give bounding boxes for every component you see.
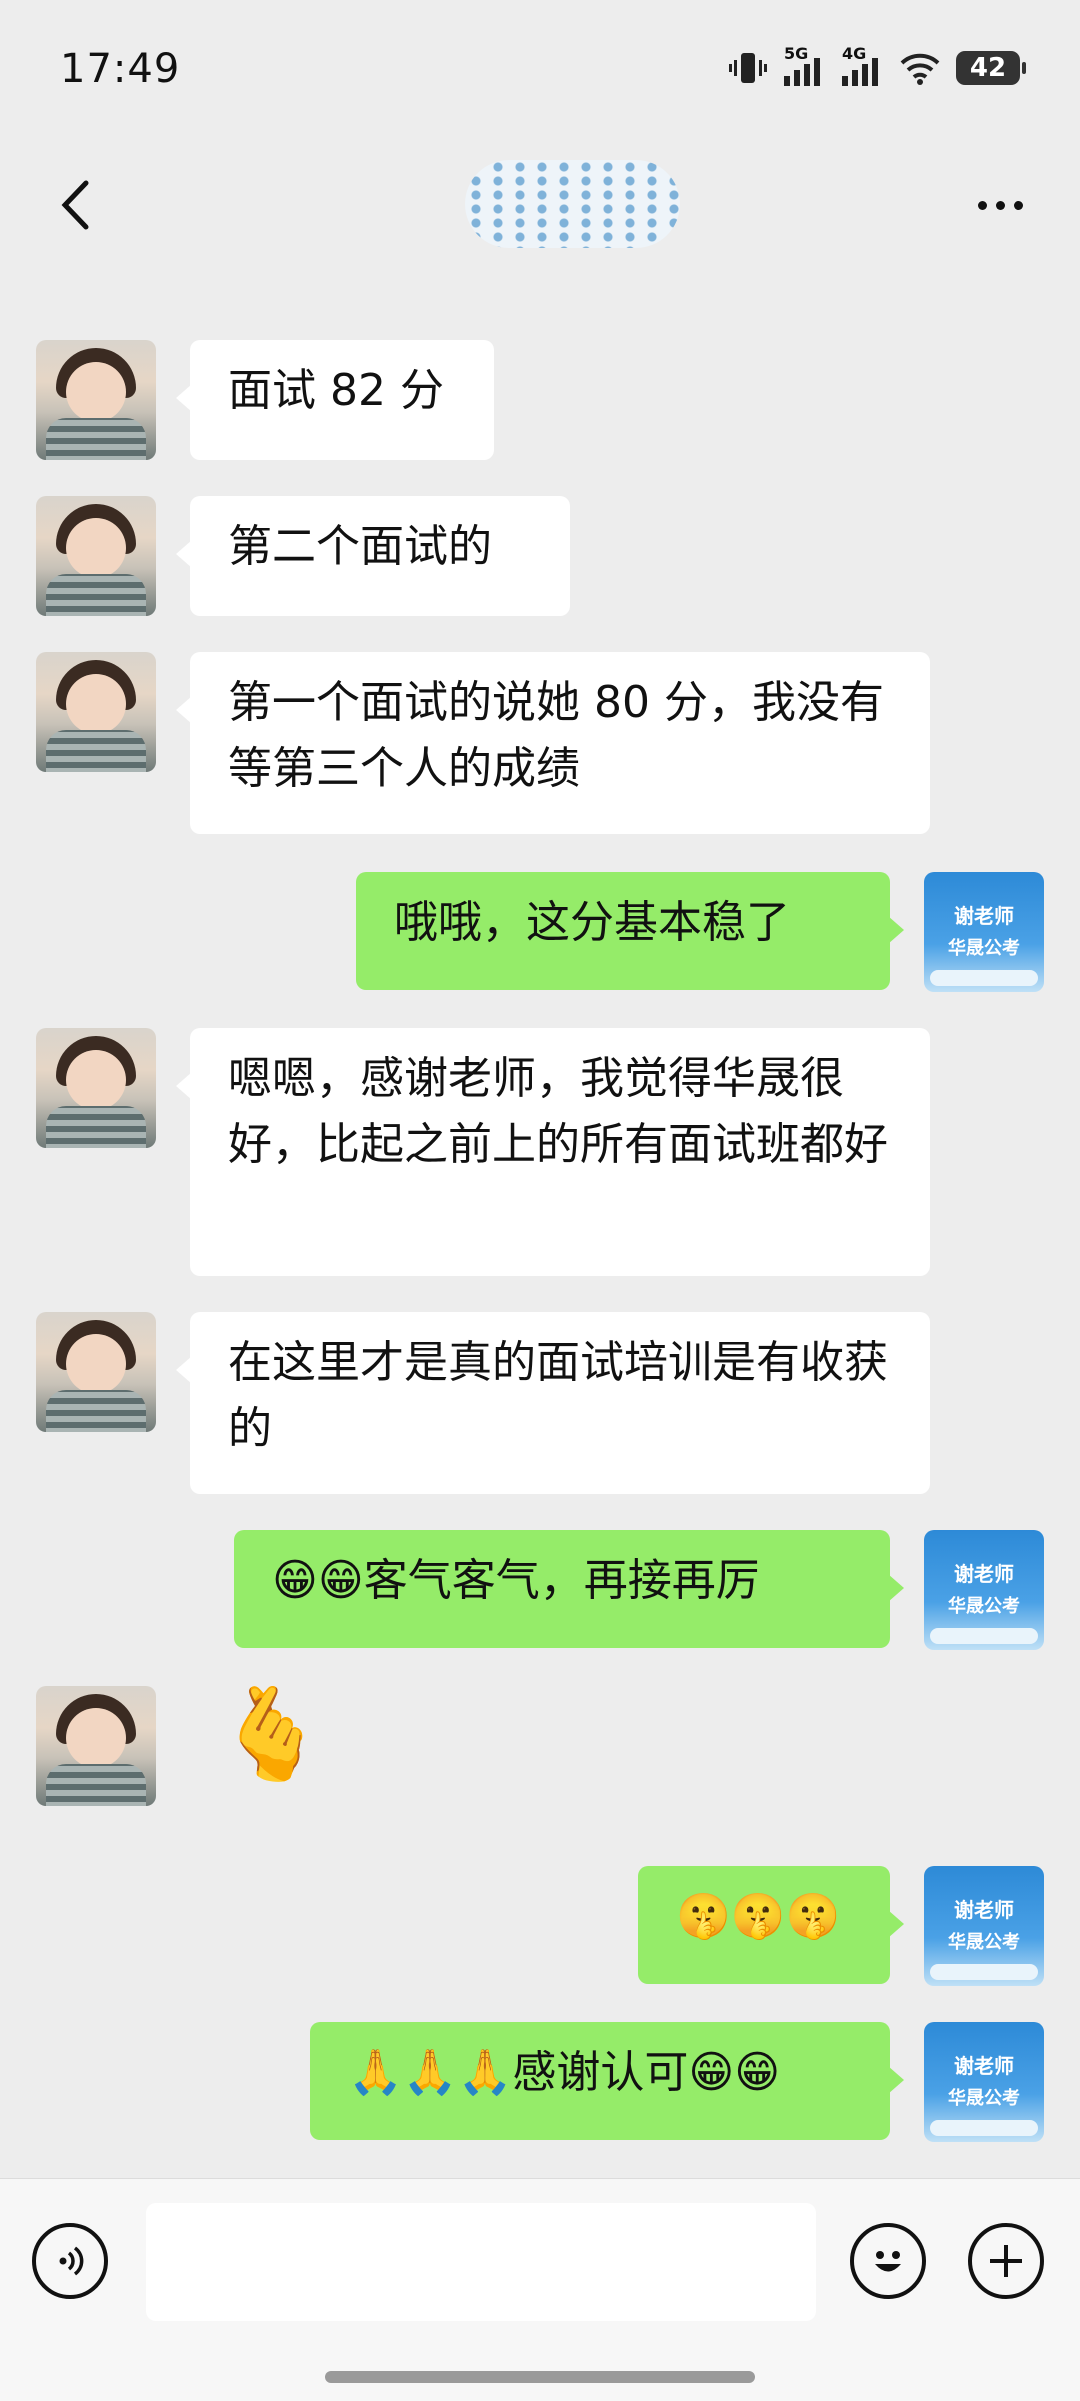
home-indicator[interactable]	[325, 2371, 755, 2383]
message-bubble-incoming[interactable]: 第二个面试的	[176, 496, 570, 616]
more-dots-icon	[977, 200, 987, 210]
chat-header	[0, 140, 1080, 270]
message-bubble-outgoing[interactable]: 🤫🤫🤫	[638, 1866, 904, 1984]
status-time: 17:49	[60, 46, 181, 92]
my-avatar[interactable]: 谢老师 华晟公考	[924, 2022, 1044, 2142]
voice-icon	[59, 2246, 84, 2276]
signal-5g-icon: 5G	[784, 44, 826, 86]
chevron-left-icon	[61, 180, 89, 230]
heart-finger-sticker[interactable]: 🫰	[215, 1690, 327, 1780]
contact-avatar[interactable]	[36, 496, 156, 616]
contact-avatar[interactable]	[36, 1028, 156, 1148]
message-bubble-outgoing[interactable]: 🙏🙏🙏感谢认可😁😁	[310, 2022, 904, 2140]
message-input[interactable]	[146, 2203, 816, 2321]
input-bar	[0, 2178, 1080, 2401]
my-avatar[interactable]: 谢老师 华晟公考	[924, 1530, 1044, 1650]
wifi-icon	[900, 53, 940, 85]
contact-avatar[interactable]	[36, 1312, 156, 1432]
voice-button[interactable]	[32, 2223, 108, 2299]
contact-avatar[interactable]	[36, 1686, 156, 1806]
more-button[interactable]	[960, 170, 1040, 240]
status-icons: 5G 4G 42	[728, 44, 1026, 86]
message-bubble-incoming[interactable]: 面试 82 分	[176, 340, 494, 460]
status-bar: 17:49 5G 4G 42	[0, 0, 1080, 140]
emoji-button[interactable]	[850, 2223, 926, 2299]
message-bubble-incoming[interactable]: 第一个面试的说她 80 分，我没有等第三个人的成绩	[176, 652, 930, 834]
signal-4g-icon: 4G	[842, 44, 884, 86]
my-avatar[interactable]: 谢老师 华晟公考	[924, 872, 1044, 992]
battery-indicator: 42	[956, 51, 1026, 85]
message-bubble-incoming[interactable]: 在这里才是真的面试培训是有收获的	[176, 1312, 930, 1494]
emoji-icon	[875, 2251, 901, 2272]
plus-button[interactable]	[968, 2223, 1044, 2299]
back-button[interactable]	[40, 170, 110, 240]
message-bubble-outgoing[interactable]: 😁😁客气客气，再接再厉	[234, 1530, 904, 1648]
contact-avatar[interactable]	[36, 340, 156, 460]
vibrate-icon	[729, 53, 767, 83]
my-avatar[interactable]: 谢老师 华晟公考	[924, 1866, 1044, 1986]
message-bubble-outgoing[interactable]: 哦哦，这分基本稳了	[356, 872, 904, 990]
contact-avatar[interactable]	[36, 652, 156, 772]
plus-icon	[990, 2245, 1022, 2277]
message-bubble-incoming[interactable]: 嗯嗯，感谢老师，我觉得华晟很好，比起之前上的所有面试班都好	[176, 1028, 930, 1276]
chat-title-redacted	[465, 160, 680, 248]
